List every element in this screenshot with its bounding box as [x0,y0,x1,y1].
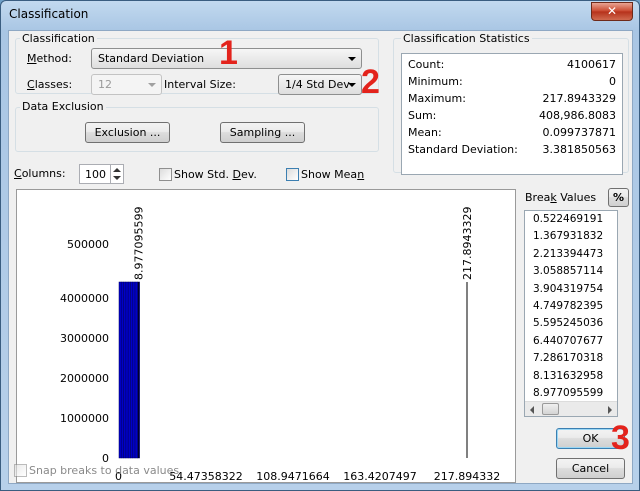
break-line-label: 217.8943329 [461,207,474,280]
snap-breaks-label: Snap breaks to data values [29,464,180,477]
break-values-items: 0.522469191 1.367931832 2.213394473 3.05885… [525,211,617,402]
histogram-bar [130,281,133,459]
histogram-bar [134,281,138,459]
classes-value: 12 [98,78,112,91]
annotation-2: 2 [361,63,380,101]
chevron-down-icon [348,83,356,87]
break-value-item[interactable]: 7.286170318 [525,350,617,367]
columns-spinner[interactable]: 100 [79,164,124,184]
sampling-button[interactable]: Sampling ... [220,122,305,143]
y-tick-label: 1000000 [60,412,109,425]
x-tick-label: 163.4207497 [343,470,416,482]
snap-breaks-checkbox[interactable] [14,464,27,477]
columns-value: 100 [85,168,106,181]
histogram-bar [123,281,127,459]
window-title: Classification [9,7,89,21]
data-exclusion-label: Data Exclusion [20,100,106,113]
classification-group-label: Classification [20,32,97,45]
y-tick-label: 500000 [67,238,109,251]
scroll-thumb[interactable] [542,403,559,415]
interval-size-value: 1/4 Std Dev [285,78,350,91]
show-std-dev-label: Show Std. Dev. [174,168,257,181]
break-value-item[interactable]: 3.904319754 [525,281,617,298]
statistics-panel: Count: 4100617 Minimum: 0 Maximum: 217.8943… [401,53,623,175]
show-mean-checkbox[interactable] [286,168,299,181]
stat-row-minimum: Minimum: 0 [408,75,616,88]
break-value-item[interactable]: 8.977095599 [525,385,617,402]
chevron-down-icon [348,57,356,61]
histogram-bar [127,281,131,459]
break-value-item[interactable]: 5.595245036 [525,315,617,332]
scroll-right-icon[interactable] [608,406,612,414]
stat-row-count: Count: 4100617 [408,58,616,71]
interval-size-label: Interval Size: [164,78,236,91]
stat-row-mean: Mean: 0.099737871 [408,126,616,139]
y-tick-label: 2000000 [60,372,109,385]
y-tick-label: 4000000 [60,292,109,305]
stat-row-std-dev: Standard Deviation: 3.381850563 [408,143,616,156]
break-value-item[interactable]: 3.058857114 [525,263,617,280]
x-tick-label: 217.894332 [434,470,500,482]
percent-button[interactable]: % [608,188,629,207]
interval-size-dropdown[interactable]: 1/4 Std Dev [278,74,362,95]
break-value-item[interactable]: 2.213394473 [525,246,617,263]
stat-row-sum: Sum: 408,986.8083 [408,109,616,122]
break-value-item[interactable]: 8.131632958 [525,368,617,385]
break-value-item[interactable]: 6.440707677 [525,333,617,350]
method-label: Method: [27,52,72,65]
classes-dropdown[interactable]: 12 [91,74,162,95]
horizontal-scrollbar[interactable] [525,401,617,416]
break-line-label: 8.977095599 [133,207,146,280]
columns-label: Columns: [14,167,66,180]
x-tick-label: 54.47358322 [169,470,242,482]
method-value: Standard Deviation [98,52,205,65]
break-values-label: Break Values [525,191,597,204]
spin-down-icon[interactable] [113,176,121,180]
histogram-bar [118,281,122,459]
histogram-bar [125,281,129,459]
title-bar[interactable]: Classification ✕ [1,1,639,31]
annotation-3: 3 [611,419,630,457]
cancel-button[interactable]: Cancel [556,458,625,479]
y-tick-label: 3000000 [60,332,109,345]
annotation-1: 1 [219,34,238,72]
show-mean-label: Show Mean [301,168,365,181]
show-std-dev-checkbox[interactable] [159,168,172,181]
classification-dialog: Classification ✕ Classification Method: … [0,0,640,491]
statistics-group-label: Classification Statistics [401,32,532,45]
classes-label: Classes: [27,78,73,91]
dialog-body: Classification Method: Standard Deviatio… [8,30,633,484]
exclusion-button[interactable]: Exclusion ... [85,122,170,143]
break-values-list[interactable]: 0.522469191 1.367931832 2.213394473 3.05885… [524,210,618,417]
scroll-left-icon[interactable] [530,406,534,414]
chevron-down-icon [148,83,156,87]
break-value-item[interactable]: 4.749782395 [525,298,617,315]
break-value-item[interactable]: 0.522469191 [525,211,617,228]
spin-up-icon[interactable] [113,168,121,172]
x-tick-label: 108.9471664 [256,470,329,482]
close-button[interactable]: ✕ [591,2,633,21]
histogram-svg: 010000002000000300000040000005000000 54.4… [60,207,500,483]
data-exclusion-group [15,107,379,152]
stat-row-maximum: Maximum: 217.8943329 [408,92,616,105]
spinner-buttons[interactable] [110,165,123,183]
break-value-item[interactable]: 1.367931832 [525,228,617,245]
histogram-chart[interactable]: 0 1000000 2000000 3000000 4000000 500000 0 54.4… [16,189,516,483]
histogram-bar [121,281,124,459]
histogram-bar [132,281,136,459]
